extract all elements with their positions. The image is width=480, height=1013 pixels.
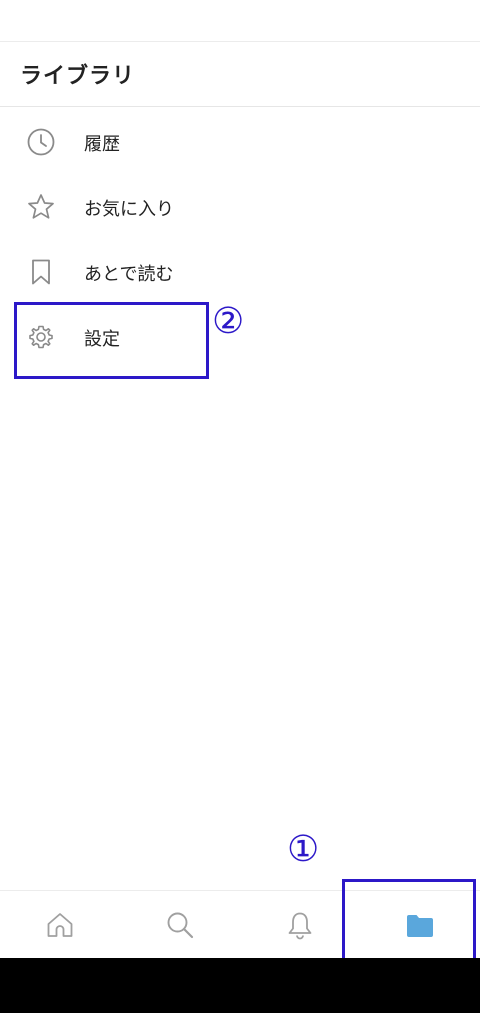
menu-item-label: お気に入り [84,199,174,220]
bookmark-icon [32,259,50,285]
menu-item-label: 履歴 [84,134,120,155]
menu-item-label: あとで読む [84,264,174,285]
bell-icon [288,912,312,940]
search-icon [167,912,194,939]
star-icon [28,194,54,219]
annotation-marker-1: ① [287,829,320,870]
annotation-box-settings [14,302,209,379]
tab-home[interactable] [0,891,120,959]
clock-icon [27,128,55,156]
system-navigation-bar [0,958,480,1013]
annotation-box-library-tab [342,879,476,967]
menu-item-read-later[interactable]: あとで読む [0,238,480,303]
home-icon [47,913,73,937]
page-title: ライブラリ [20,64,136,89]
tab-search[interactable] [120,891,240,959]
page-header: ライブラリ [0,42,480,107]
annotation-marker-2: ② [212,301,245,342]
menu-item-history[interactable]: 履歴 [0,108,480,173]
menu-item-favorites[interactable]: お気に入り [0,173,480,238]
top-strip [0,0,480,42]
